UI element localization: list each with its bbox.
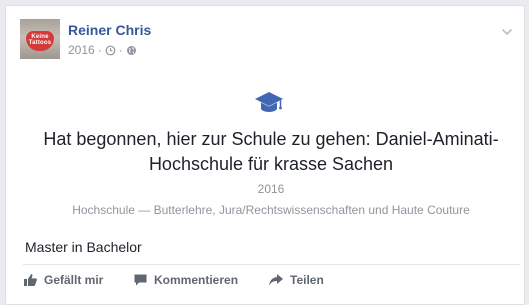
author-name[interactable]: Reiner Chris <box>68 22 151 38</box>
life-event-details: Hochschule — Butterlehre, Jura/Rechtswis… <box>72 203 470 217</box>
thumbs-up-icon <box>23 273 38 287</box>
meta-separator-2: · <box>118 43 123 57</box>
life-event-title[interactable]: Hat begonnen, hier zur Schule zu gehen: … <box>16 127 526 177</box>
post-card: Keine Tattoos Reiner Chris 2016 · · Hat … <box>5 5 525 305</box>
meta-separator: · <box>97 43 102 57</box>
post-meta: 2016 · · <box>68 43 137 57</box>
globe-icon[interactable] <box>126 45 137 56</box>
share-label: Teilen <box>290 273 324 287</box>
share-button[interactable]: Teilen <box>268 273 324 287</box>
post-date[interactable]: 2016 <box>68 43 95 57</box>
share-arrow-icon <box>268 273 284 287</box>
post-text: Master in Bachelor <box>25 239 142 255</box>
like-button[interactable]: Gefällt mir <box>23 273 103 287</box>
comment-icon <box>133 273 148 287</box>
avatar[interactable]: Keine Tattoos <box>20 19 60 59</box>
avatar-text: Keine Tattoos <box>20 34 60 46</box>
actions-divider <box>23 264 520 265</box>
clock-icon <box>105 45 116 56</box>
comment-label: Kommentieren <box>154 273 239 287</box>
life-event-year: 2016 <box>257 182 285 196</box>
comment-button[interactable]: Kommentieren <box>133 273 238 287</box>
like-label: Gefällt mir <box>44 273 104 287</box>
graduation-cap-icon <box>254 89 284 115</box>
avatar-text-line2: Tattoos <box>28 40 52 46</box>
post-options-chevron-down-icon[interactable] <box>501 24 513 36</box>
